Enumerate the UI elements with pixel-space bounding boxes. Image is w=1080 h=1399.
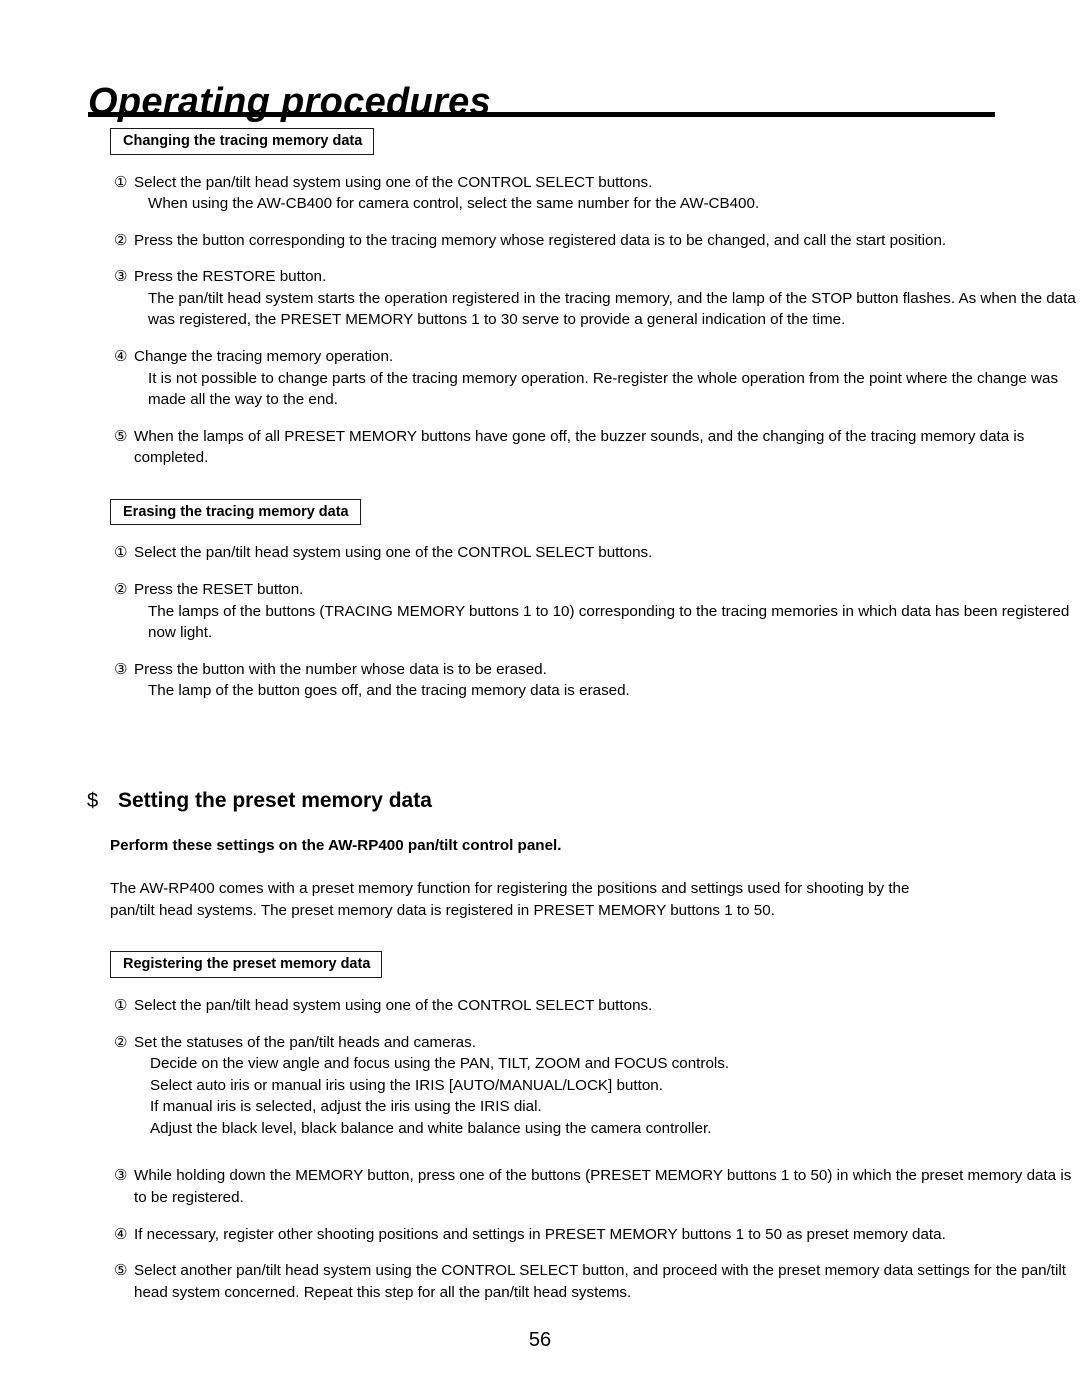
step-line: When using the AW-CB400 for camera contr… — [148, 195, 760, 213]
step-number: ② — [114, 231, 128, 249]
step-line: When the lamps of all PRESET MEMORY butt… — [134, 427, 1025, 467]
step-line: It is not possible to change parts of th… — [148, 369, 1059, 409]
step-item: ④ Change the tracing memory operation. I… — [0, 346, 1080, 411]
step-item: ③ Press the button with the number whose… — [0, 659, 1080, 702]
step-number: ① — [114, 996, 128, 1014]
step-line: Decide on the view angle and focus using… — [150, 1055, 730, 1073]
step-line: Press the button with the number whose d… — [134, 660, 547, 678]
step-item: ② Press the button corresponding to the … — [0, 230, 1080, 252]
section-heading-changing-tracing-memory: Changing the tracing memory data — [110, 128, 375, 155]
section-heading-setting-preset-memory: $ Setting the preset memory data — [0, 788, 1080, 813]
step-number: ④ — [114, 1225, 128, 1243]
page-title: Operating procedures — [88, 81, 491, 124]
bullet-marker-icon: $ — [87, 789, 99, 812]
step-item: ⑤ When the lamps of all PRESET MEMORY bu… — [0, 426, 1080, 469]
step-item: ② Press the RESET button. The lamps of t… — [0, 579, 1080, 644]
step-line: The pan/tilt head system starts the oper… — [148, 289, 1076, 329]
step-number: ④ — [114, 347, 128, 365]
step-line: Press the RESTORE button. — [134, 268, 327, 286]
section-heading-text: Setting the preset memory data — [118, 788, 432, 812]
document-page: Operating procedures Changing the tracin… — [0, 0, 1080, 1399]
step-item: ① Select the pan/tilt head system using … — [0, 995, 1080, 1017]
step-item: ③ Press the RESTORE button. The pan/tilt… — [0, 266, 1080, 331]
step-line: Select another pan/tilt head system usin… — [134, 1262, 1066, 1301]
step-line: While holding down the MEMORY button, pr… — [134, 1167, 1072, 1206]
setting-preset-note: Perform these settings on the AW-RP400 p… — [110, 837, 562, 855]
step-number: ⑤ — [114, 1262, 128, 1280]
paragraph-line: The AW-RP400 comes with a preset memory … — [110, 880, 910, 898]
step-line: Select the pan/tilt head system using on… — [134, 544, 653, 562]
step-line: Change the tracing memory operation. — [134, 347, 394, 365]
step-number: ② — [114, 580, 128, 598]
step-item: ③ While holding down the MEMORY button, … — [0, 1165, 1080, 1208]
section-heading-erasing-tracing-memory: Erasing the tracing memory data — [110, 498, 361, 526]
section-heading-registering-preset-memory: Registering the preset memory data — [110, 951, 383, 978]
page-number: 56 — [528, 1329, 552, 1351]
step-item: ① Select the pan/tilt head system using … — [0, 172, 1080, 215]
step-number: ⑤ — [114, 427, 128, 445]
step-line: If manual iris is selected, adjust the i… — [150, 1098, 542, 1116]
step-item: ⑤ Select another pan/tilt head system us… — [0, 1260, 1080, 1303]
paragraph-line: pan/tilt head systems. The preset memory… — [110, 901, 775, 919]
step-item: ④ If necessary, register other shooting … — [0, 1224, 1080, 1246]
step-number: ③ — [114, 660, 128, 678]
step-line: The lamp of the button goes off, and the… — [148, 682, 630, 700]
setting-preset-paragraph: The AW-RP400 comes with a preset memory … — [110, 878, 995, 921]
steps-list-changing: ① Select the pan/tilt head system using … — [0, 172, 1080, 469]
step-line: Press the RESET button. — [134, 580, 304, 598]
step-item: ② Set the statuses of the pan/tilt heads… — [0, 1032, 1080, 1140]
step-line: Select the pan/tilt head system using on… — [134, 996, 653, 1014]
step-number: ① — [114, 544, 128, 562]
step-line: The lamps of the buttons (TRACING MEMORY… — [148, 602, 1070, 642]
step-line: Select auto iris or manual iris using th… — [150, 1076, 663, 1094]
step-line: Set the statuses of the pan/tilt heads a… — [134, 1033, 476, 1051]
step-number: ② — [114, 1033, 128, 1051]
title-underline-rule — [88, 112, 995, 117]
step-number: ③ — [114, 1167, 128, 1185]
step-number: ③ — [114, 268, 128, 286]
steps-list-registering: ① Select the pan/tilt head system using … — [0, 995, 1080, 1303]
step-line: If necessary, register other shooting po… — [134, 1225, 946, 1243]
step-number: ① — [114, 173, 128, 191]
step-line: Press the button corresponding to the tr… — [134, 231, 947, 249]
step-line: Select the pan/tilt head system using on… — [134, 173, 653, 191]
step-item: ① Select the pan/tilt head system using … — [0, 542, 1080, 564]
page-content: Changing the tracing memory data ① Selec… — [0, 128, 1080, 1303]
steps-list-erasing: ① Select the pan/tilt head system using … — [0, 542, 1080, 701]
step-line: Adjust the black level, black balance an… — [150, 1119, 712, 1137]
